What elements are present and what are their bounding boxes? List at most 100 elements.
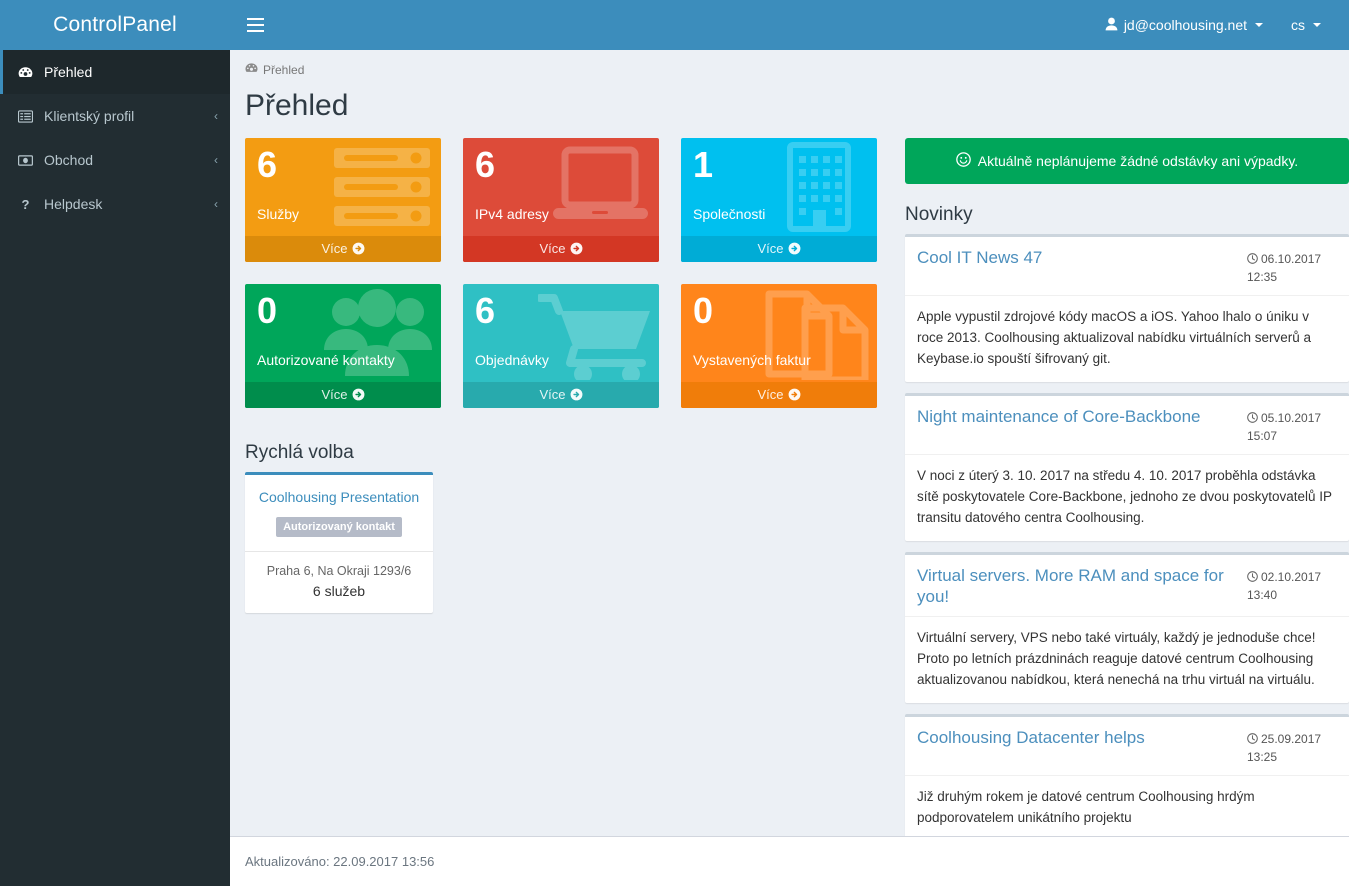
arrow-right-circle-icon — [570, 241, 583, 256]
stat-tile-more-label: Více — [321, 387, 348, 402]
news-time-value: 15:07 — [1247, 428, 1278, 443]
stat-tile-4: 6 Objednávky Více — [463, 284, 659, 408]
sidebar-item-obchod[interactable]: Obchod ‹ — [0, 138, 230, 182]
stat-tile: 6 IPv4 adresy Více — [463, 138, 681, 262]
stat-tile-more-link[interactable]: Více — [463, 236, 659, 262]
money-icon — [18, 154, 44, 167]
stat-tile: 6 Objednávky Více — [463, 284, 681, 408]
language-menu[interactable]: cs — [1277, 0, 1335, 50]
news-time-value: 12:35 — [1247, 270, 1278, 284]
news-date-value: 06.10.2017 — [1261, 252, 1322, 266]
stat-tile-5: 0 Vystavených faktur Více — [681, 284, 877, 408]
stat-tile-2: 1 Společnosti Více — [681, 138, 877, 262]
brand-title: ControlPanel — [53, 13, 177, 36]
stat-tile-label: IPv4 adresy — [475, 205, 549, 222]
menu-toggle-button[interactable] — [230, 0, 280, 50]
dashboard-icon — [245, 62, 258, 77]
stat-tile-body: 6 Služby — [245, 138, 441, 236]
stat-tile-body: 1 Společnosti — [681, 138, 877, 236]
news-time-value: 13:25 — [1247, 749, 1278, 764]
sidebar-item-p-ehled[interactable]: Přehled — [0, 50, 230, 94]
page-footer: Aktualizováno: 22.09.2017 13:56 — [230, 836, 1349, 886]
arrow-right-circle-icon — [352, 241, 365, 256]
stat-tile-more-link[interactable]: Více — [245, 236, 441, 262]
stat-tile: 6 Služby Více — [245, 138, 463, 262]
sidebar: ControlPanel Přehled Klientský profil ‹ Obc… — [0, 0, 230, 886]
stat-tile-body: 0 Vystavených faktur — [681, 284, 877, 382]
stat-tile-more-link[interactable]: Více — [681, 236, 877, 262]
sidebar-item-label: Obchod — [44, 152, 94, 168]
stat-tile-1: 6 IPv4 adresy Více — [463, 138, 659, 262]
arrow-right-circle-icon — [352, 387, 365, 402]
stat-tile-more-link[interactable]: Více — [245, 382, 441, 408]
hamburger-icon — [246, 14, 264, 36]
stat-tile-label: Vystavených faktur — [693, 351, 811, 368]
news-card: Coolhousing Datacenter helps 25.09.2017 13… — [905, 713, 1349, 836]
question-icon: ? — [18, 198, 44, 211]
news-date: 05.10.2017 15:07 — [1247, 406, 1337, 445]
svg-text:?: ? — [22, 198, 30, 211]
news-title-link[interactable]: Virtual servers. More RAM and space for … — [917, 565, 1247, 608]
stat-tile: 1 Společnosti Více — [681, 138, 899, 262]
footer-updated-text: Aktualizováno: 22.09.2017 13:56 — [245, 854, 435, 869]
news-card-header: Coolhousing Datacenter helps 25.09.2017 13… — [905, 717, 1349, 776]
news-title-link[interactable]: Cool IT News 47 — [917, 247, 1247, 268]
stat-tile: 0 Vystavených faktur Více — [681, 284, 899, 408]
navbar-right: jd@coolhousing.net cs — [1091, 0, 1349, 50]
quick-choice-title-link[interactable]: Coolhousing Presentation — [255, 489, 423, 505]
smiley-icon — [955, 152, 971, 170]
user-menu[interactable]: jd@coolhousing.net — [1091, 0, 1277, 50]
quick-choice-footer: Praha 6, Na Okraji 1293/6 6 služeb — [245, 552, 433, 613]
news-date-value: 05.10.2017 — [1261, 410, 1322, 425]
news-title-link[interactable]: Night maintenance of Core-Backbone — [917, 406, 1247, 427]
content-header: Přehled Přehled — [230, 50, 1349, 123]
stat-tile-more-link[interactable]: Více — [463, 382, 659, 408]
sidebar-item-label: Helpdesk — [44, 196, 103, 212]
news-card: Cool IT News 47 06.10.2017 12:35 Apple vypu… — [905, 234, 1349, 382]
chevron-down-icon — [1313, 23, 1321, 27]
page-title: Přehled — [245, 89, 349, 122]
news-card: Night maintenance of Core-Backbone 05.10.… — [905, 392, 1349, 541]
language-label: cs — [1291, 17, 1305, 33]
stat-tile-more-label: Více — [757, 241, 784, 256]
stat-tile-label: Služby — [257, 205, 300, 222]
news-date: 25.09.2017 13:25 — [1247, 727, 1337, 766]
sidebar-nav: Přehled Klientský profil ‹ Obchod ‹? Helpdesk… — [0, 50, 230, 226]
user-email: jd@coolhousing.net — [1123, 17, 1247, 33]
news-card-header: Virtual servers. More RAM and space for … — [905, 555, 1349, 618]
app-root: ControlPanel Přehled Klientský profil ‹ Obc… — [0, 0, 1349, 886]
news-body: V noci z úterý 3. 10. 2017 na středu 4. … — [917, 467, 1332, 525]
sidebar-item-klientsk-profil[interactable]: Klientský profil ‹ — [0, 94, 230, 138]
sidebar-item-helpdesk[interactable]: ? Helpdesk ‹ — [0, 182, 230, 226]
stat-tile-number: 6 — [475, 144, 496, 185]
quick-choice-address: Praha 6, Na Okraji 1293/6 — [266, 564, 412, 578]
stat-tile-more-label: Více — [539, 241, 566, 256]
stat-tile-label: Autorizované kontakty — [257, 351, 395, 368]
stat-tile-number: 6 — [257, 144, 278, 185]
brand-logo[interactable]: ControlPanel — [0, 0, 230, 50]
stat-tile-more-label: Více — [539, 387, 566, 402]
news-body: Virtuální servery, VPS nebo také virtuál… — [917, 630, 1316, 687]
status-alert: Aktuálně neplánujeme žádné odstávky ani … — [905, 138, 1349, 184]
stat-tile-0: 6 Služby Více — [245, 138, 441, 262]
arrow-right-circle-icon — [788, 387, 801, 402]
news-title-link[interactable]: Coolhousing Datacenter helps — [917, 727, 1247, 748]
status-badge: Autorizovaný kontakt — [276, 517, 402, 537]
quick-choice-heading: Rychlá volba — [245, 442, 354, 463]
stat-tile-more-link[interactable]: Více — [681, 382, 877, 408]
quick-choice-body: Coolhousing Presentation Autorizovaný ko… — [245, 475, 433, 551]
chevron-left-icon: ‹ — [214, 197, 218, 211]
chevron-left-icon: ‹ — [214, 109, 218, 123]
news-card-header: Cool IT News 47 06.10.2017 12:35 — [905, 237, 1349, 296]
stat-tile-number: 6 — [475, 290, 496, 331]
breadcrumb-label[interactable]: Přehled — [263, 63, 304, 77]
chevron-down-icon — [1255, 23, 1263, 27]
stat-tile-number: 0 — [693, 290, 714, 331]
news-card: Virtual servers. More RAM and space for … — [905, 551, 1349, 703]
left-column: 6 Služby Více 6 IPv4 adresy Více 1 Společnosti V… — [245, 138, 905, 836]
status-alert-text: Aktuálně neplánujeme žádné odstávky ani … — [977, 153, 1299, 169]
quick-choice-card: Coolhousing Presentation Autorizovaný ko… — [245, 472, 433, 613]
news-date: 06.10.2017 12:35 — [1247, 247, 1337, 286]
stat-tile-more-label: Více — [321, 241, 348, 256]
clock-icon — [1247, 411, 1258, 425]
